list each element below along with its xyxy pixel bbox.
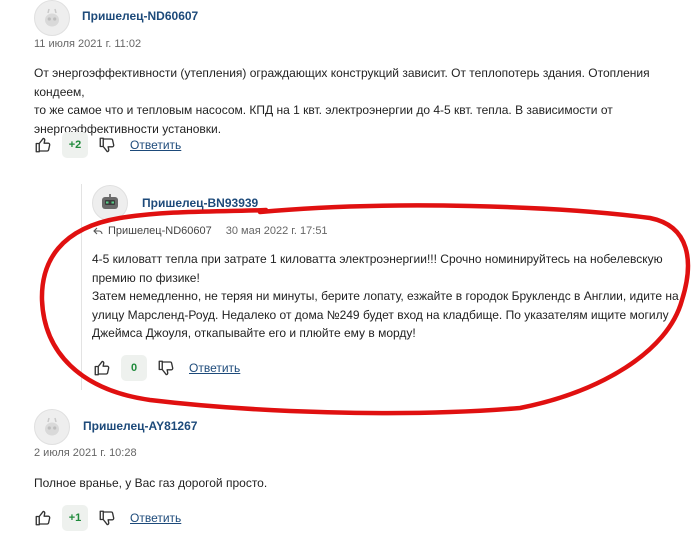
- thread-line: [81, 184, 82, 390]
- comment-author[interactable]: Пришелец-AY81267: [83, 419, 197, 433]
- thumbs-up-icon: [94, 360, 110, 376]
- like-button[interactable]: [89, 355, 115, 381]
- avatar[interactable]: [92, 185, 128, 221]
- like-count: 0: [121, 355, 147, 381]
- avatar[interactable]: [34, 0, 70, 36]
- thumbs-up-icon: [35, 137, 51, 153]
- comment-body: От энергоэффективности (утепления) ограж…: [34, 64, 694, 138]
- comment-body: 4-5 киловатт тепла при затрате 1 киловат…: [92, 250, 692, 343]
- comment-author[interactable]: Пришелец-BN93939: [142, 196, 258, 210]
- comment-line: От энергоэффективности (утепления) ограж…: [34, 66, 650, 99]
- reply-link[interactable]: Ответить: [130, 138, 181, 152]
- like-button[interactable]: [30, 505, 56, 531]
- reaction-bar: 0 Ответить: [89, 355, 240, 381]
- comment-line: Джеймса Джоуля, откапывайте его и плюйте…: [92, 326, 416, 340]
- thumbs-down-icon: [99, 137, 115, 153]
- avatar-alien-icon: [45, 8, 59, 27]
- comment-date: 2 июля 2021 г. 10:28: [34, 447, 137, 459]
- dislike-button[interactable]: [94, 505, 120, 531]
- comment-line: улицу Марсленд-Роуд. Недалеко от дома №2…: [92, 307, 669, 322]
- like-count: +1: [62, 505, 88, 531]
- comment-author[interactable]: Пришелец-ND60607: [82, 9, 198, 23]
- reply-link[interactable]: Ответить: [130, 511, 181, 525]
- dislike-button[interactable]: [153, 355, 179, 381]
- reaction-bar: +1 Ответить: [30, 505, 181, 531]
- comment-body: Полное вранье, у Вас газ дорогой просто.: [34, 474, 634, 493]
- comment-date: 11 июля 2021 г. 11:02: [34, 38, 142, 50]
- comment-line: Затем немедленно, не теряя ни минуты, бе…: [92, 289, 679, 303]
- dislike-button[interactable]: [94, 132, 120, 158]
- reply-to-author[interactable]: Пришелец-ND60607: [108, 225, 212, 237]
- comment-line: премию по физике!: [92, 270, 200, 285]
- reply-to-info: Пришелец-ND60607 30 мая 2022 г. 17:51: [92, 225, 328, 237]
- reply-link[interactable]: Ответить: [189, 361, 240, 375]
- reply-arrow-icon: [93, 227, 103, 235]
- like-button[interactable]: [30, 132, 56, 158]
- reaction-bar: +2 Ответить: [30, 132, 181, 158]
- avatar-robot-icon: [102, 194, 118, 209]
- comment-date: 30 мая 2022 г. 17:51: [225, 225, 328, 237]
- thumbs-down-icon: [158, 360, 174, 376]
- comment-line: 4-5 киловатт тепла при затрате 1 киловат…: [92, 252, 663, 266]
- thumbs-up-icon: [35, 510, 51, 526]
- comment-line: то же самое что и тепловым насосом. КПД …: [34, 103, 613, 117]
- avatar[interactable]: [34, 409, 70, 445]
- comment-line: Полное вранье, у Вас газ дорогой просто.: [34, 476, 268, 490]
- like-count: +2: [62, 132, 88, 158]
- thumbs-down-icon: [99, 510, 115, 526]
- avatar-alien-icon: [45, 417, 59, 436]
